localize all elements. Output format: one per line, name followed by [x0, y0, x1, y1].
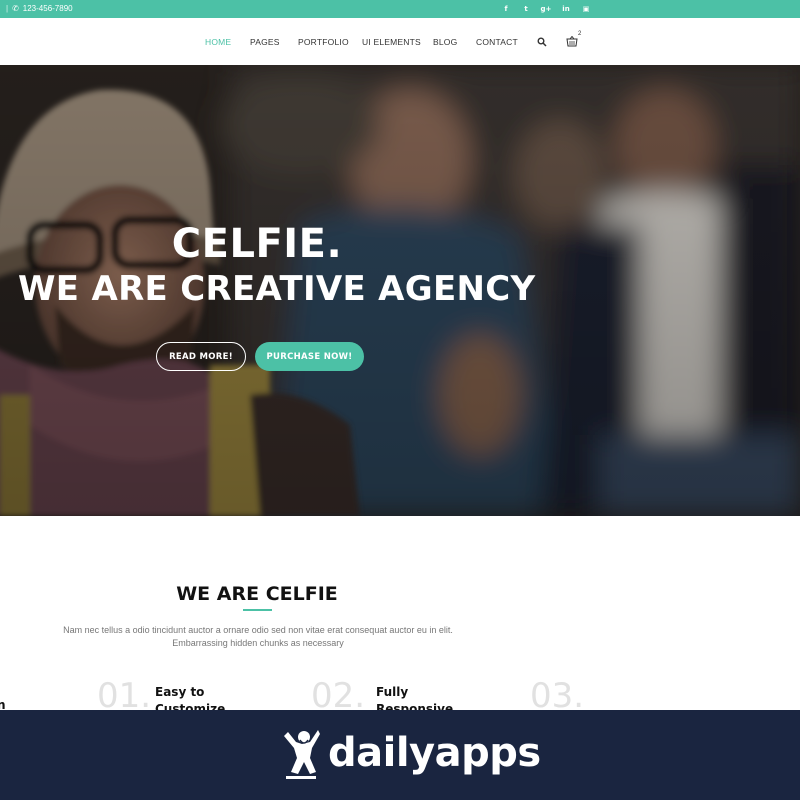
nav-item-ui-elements[interactable]: UI ELEMENTS [362, 37, 421, 47]
nav-item-portfolio[interactable]: PORTFOLIO [298, 37, 349, 47]
social-links: f t g+ in ▣ [496, 2, 596, 16]
hero-section: CELFIE. WE ARE CREATIVE AGENCY READ MORE… [0, 65, 800, 516]
phone-contact[interactable]: | ✆ 123-456-7890 [6, 4, 73, 13]
search-icon[interactable] [537, 37, 547, 47]
phone-icon: ✆ [12, 4, 19, 13]
title-underline [243, 609, 272, 611]
nav-item-pages[interactable]: PAGES [250, 37, 280, 47]
main-navigation: HOME PAGES PORTFOLIO UI ELEMENTS BLOG CO… [0, 18, 800, 65]
top-bar: | ✆ 123-456-7890 f t g+ in ▣ [0, 0, 800, 18]
feature-title-line: Easy to [155, 685, 205, 699]
about-title: WE ARE CELFIE [176, 583, 338, 605]
phone-number: 123-456-7890 [22, 4, 73, 13]
feature-title-line: Fully [376, 685, 409, 699]
twitter-icon[interactable]: t [516, 2, 536, 16]
dailyapps-banner: dailyapps [0, 710, 800, 800]
cart-count-badge: 2 [578, 31, 582, 37]
nav-item-blog[interactable]: BLOG [433, 37, 457, 47]
nav-item-home[interactable]: HOME [205, 37, 231, 47]
divider: | [6, 4, 9, 13]
cart-icon[interactable] [566, 36, 578, 47]
about-description: Nam nec tellus a odio tincidunt auctor a… [63, 625, 453, 648]
hero-subtitle: WE ARE CREATIVE AGENCY [18, 269, 536, 309]
dailyapps-logo-icon [284, 730, 320, 779]
facebook-icon[interactable]: f [496, 2, 516, 16]
read-more-button[interactable]: READ MORE! [156, 342, 246, 371]
flickr-icon[interactable]: ▣ [576, 2, 596, 16]
nav-item-contact[interactable]: CONTACT [476, 37, 518, 47]
linkedin-icon[interactable]: in [556, 2, 576, 16]
google-plus-icon[interactable]: g+ [536, 2, 556, 16]
hero-title: CELFIE. [171, 221, 343, 267]
brand-name: dailyapps [328, 730, 541, 776]
purchase-now-button[interactable]: PURCHASE NOW! [255, 342, 364, 371]
